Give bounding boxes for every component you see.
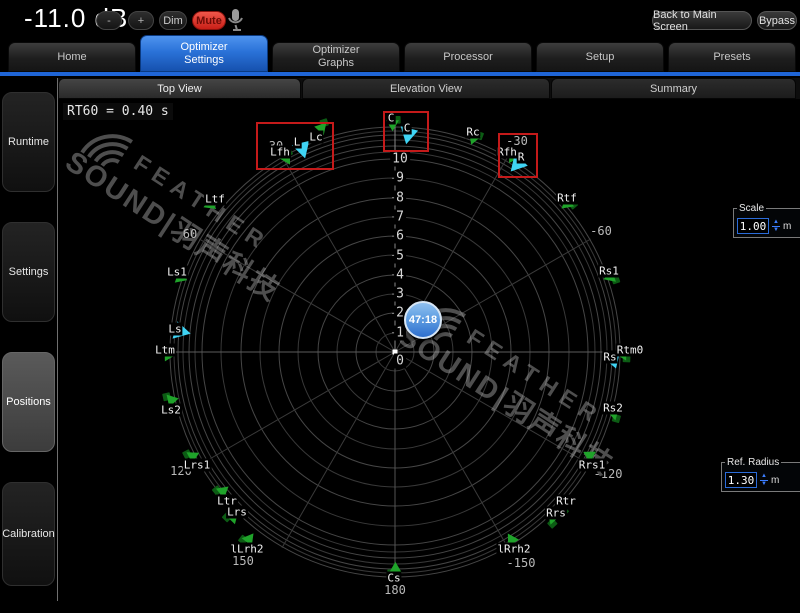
radial-tick-8: 8 [394,190,406,205]
highlight-box-1 [256,122,334,170]
speaker-label-green-rs2[interactable]: Rs2 [602,402,624,415]
radial-tick-7: 7 [394,209,406,224]
speaker-label-green-ltf[interactable]: Ltf [204,193,226,206]
speaker-label-green-ltm[interactable]: Ltm [154,344,176,357]
speaker-label-green-rrs1[interactable]: Rrs1 [578,459,607,472]
radial-tick-3: 3 [394,287,406,302]
speaker-label-green-rtf[interactable]: Rtf [556,192,578,205]
speaker-label-green-ltr[interactable]: Ltr [216,495,238,508]
view-tab-summary[interactable]: Summary [551,78,796,99]
ref-radius-control: Ref. Radius 1.30 ▲ ▼ m [721,457,800,492]
tab-processor[interactable]: Processor [404,42,532,72]
ref-radius-input[interactable]: 1.30 [725,472,757,488]
speaker-label-cyan-ls[interactable]: Ls [167,323,182,336]
highlight-box-3 [498,133,538,178]
tab-optimizer-settings[interactable]: Optimizer Settings [140,35,268,72]
highlight-box-2 [383,111,429,152]
sidebar-item-calibration[interactable]: Calibration [2,482,55,586]
angle-label-150: -150 [507,556,536,570]
spinner-up-icon[interactable]: ▲ [773,220,779,225]
radial-tick-10: 10 [390,152,410,167]
speaker-label-green-ls2[interactable]: Ls2 [160,404,182,417]
speaker-label-green-rs1[interactable]: Rs1 [598,265,620,278]
angle-label-60: 60 [183,227,197,241]
angle-label-60: -60 [590,224,612,238]
ref-radius-unit: m [771,475,779,486]
tab-optimizer-graphs[interactable]: Optimizer Graphs [272,42,400,72]
spinner-down-icon[interactable]: ▼ [773,228,779,233]
tab-home[interactable]: Home [8,42,136,72]
tab-presets[interactable]: Presets [668,42,796,72]
speaker-label-green-lrs1[interactable]: Lrs1 [183,459,212,472]
radial-tick-1: 1 [394,325,406,340]
speaker-position-chart: RT60 = 0.40 s Scale 1.00 ▲ ▼ m Ref. Radi… [58,99,800,601]
speaker-label-green-lrrh2[interactable]: lRrh2 [496,543,531,556]
ref-radius-label: Ref. Radius [725,457,781,468]
ref-radius-spinner: ▲ ▼ [760,474,768,487]
timer-badge: 47:18 [404,301,442,339]
scale-control: Scale 1.00 ▲ ▼ m [733,203,800,238]
view-tab-top-view[interactable]: Top View [58,78,301,99]
speaker-label-green-rc[interactable]: Rc [465,126,480,139]
radial-tick-9: 9 [394,171,406,186]
radial-tick-5: 5 [394,248,406,263]
speaker-label-cyan-rs[interactable]: Rs [602,351,617,364]
angle-label-150: 150 [232,554,254,568]
optimizer-app: -11.0 dB - + Dim Mute Back to Main Scree… [0,0,800,613]
sidebar-item-runtime[interactable]: Runtime [2,92,55,192]
sidebar-item-positions[interactable]: Positions [2,352,55,452]
tab-setup[interactable]: Setup [536,42,664,72]
angle-label-180: 180 [384,583,406,597]
active-tab-underline [0,72,800,76]
speaker-label-green-llrh2[interactable]: lLrh2 [229,543,264,556]
view-tab-bar: Top ViewElevation ViewSummary [58,78,800,99]
radial-tick-4: 4 [394,267,406,282]
scale-unit: m [783,221,791,232]
rt60-readout: RT60 = 0.40 s [63,103,173,120]
scale-label: Scale [737,203,766,214]
speaker-label-green-rrs[interactable]: Rrs [545,507,567,520]
scale-spinner: ▲ ▼ [772,220,780,233]
speaker-label-green-ls1[interactable]: Ls1 [166,266,188,279]
radial-tick-6: 6 [394,229,406,244]
spinner-up-icon[interactable]: ▲ [761,474,767,479]
radial-tick-0: 0 [394,354,406,369]
scale-input[interactable]: 1.00 [737,218,769,234]
view-tab-elevation-view[interactable]: Elevation View [302,78,550,99]
main-tab-bar: HomeOptimizer SettingsOptimizer GraphsPr… [0,0,800,76]
speaker-label-green-rtm0[interactable]: Rtm0 [616,344,645,357]
spinner-down-icon[interactable]: ▼ [761,482,767,487]
content-panel: Top ViewElevation ViewSummary RT60 = 0.4… [57,78,800,601]
sidebar-item-settings[interactable]: Settings [2,222,55,322]
speaker-label-green-cs[interactable]: Cs [386,572,401,585]
